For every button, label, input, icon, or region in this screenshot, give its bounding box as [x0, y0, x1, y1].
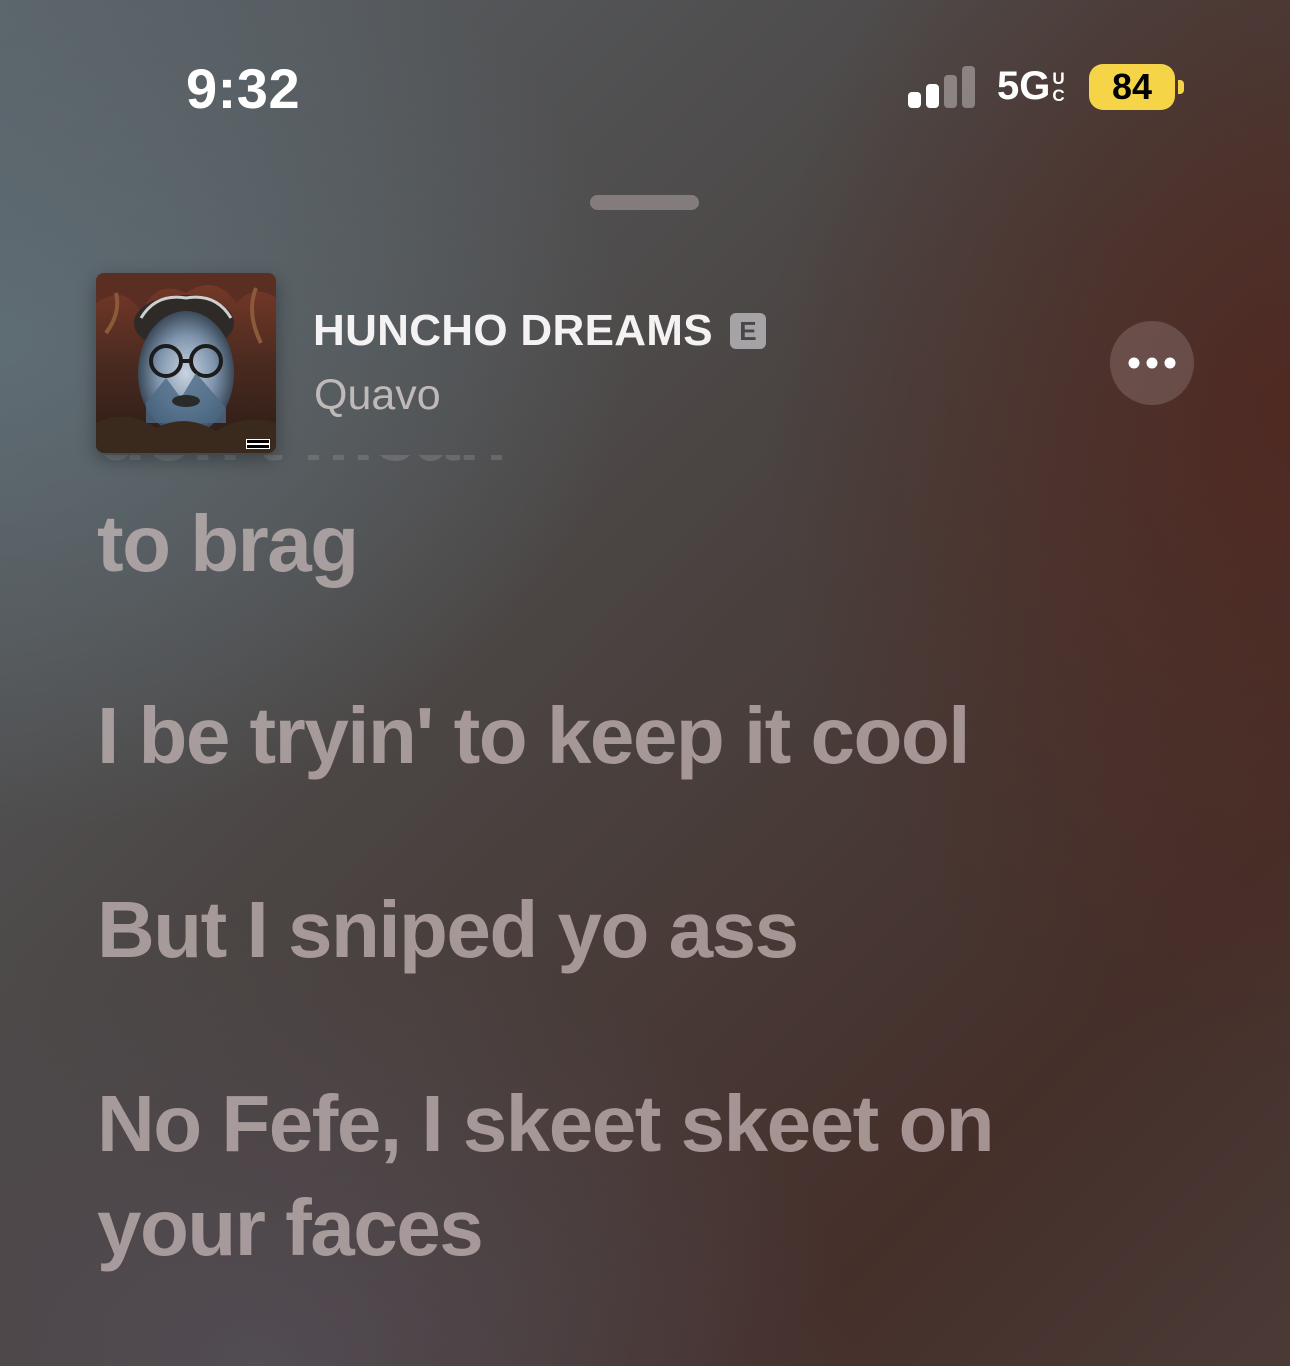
artist-name[interactable]: Quavo	[314, 371, 441, 420]
network-uc-badge: U C	[1052, 70, 1064, 104]
lyric-line[interactable]: No Fefe, I skeet skeet on	[97, 1072, 1237, 1176]
network-sub-top: U	[1052, 68, 1065, 88]
signal-bar	[908, 92, 921, 108]
album-artwork-image	[96, 273, 276, 453]
sheet-grabber[interactable]	[590, 195, 699, 210]
signal-bar	[926, 84, 939, 108]
track-title-row: HUNCHO DREAMS E	[313, 306, 766, 356]
network-type: 5G U C	[997, 64, 1065, 109]
battery-level: 84	[1111, 66, 1153, 107]
battery-cap	[1178, 80, 1184, 94]
lyric-line-partial[interactable]: don't mean	[97, 455, 997, 473]
track-title[interactable]: HUNCHO DREAMS	[313, 306, 713, 356]
status-bar: 9:32 5G U C 84	[0, 0, 1290, 180]
lyric-line[interactable]: to brag	[97, 492, 1237, 596]
more-options-button[interactable]	[1110, 321, 1194, 405]
battery-icon: 84	[1089, 64, 1175, 110]
ellipsis-icon	[1128, 357, 1176, 369]
lyric-line[interactable]: your faces	[97, 1176, 1237, 1280]
signal-bar	[962, 66, 975, 108]
network-sub-bottom: C	[1052, 85, 1065, 105]
explicit-icon: E	[729, 313, 766, 349]
lyric-line[interactable]: But I sniped yo ass	[97, 878, 1237, 982]
status-time: 9:32	[186, 57, 301, 120]
cellular-signal-icon	[908, 66, 976, 108]
network-label: 5G	[997, 64, 1051, 108]
signal-bar	[944, 75, 957, 108]
album-artwork[interactable]	[96, 273, 276, 453]
lyric-line[interactable]: I be tryin' to keep it cool	[97, 684, 1237, 788]
